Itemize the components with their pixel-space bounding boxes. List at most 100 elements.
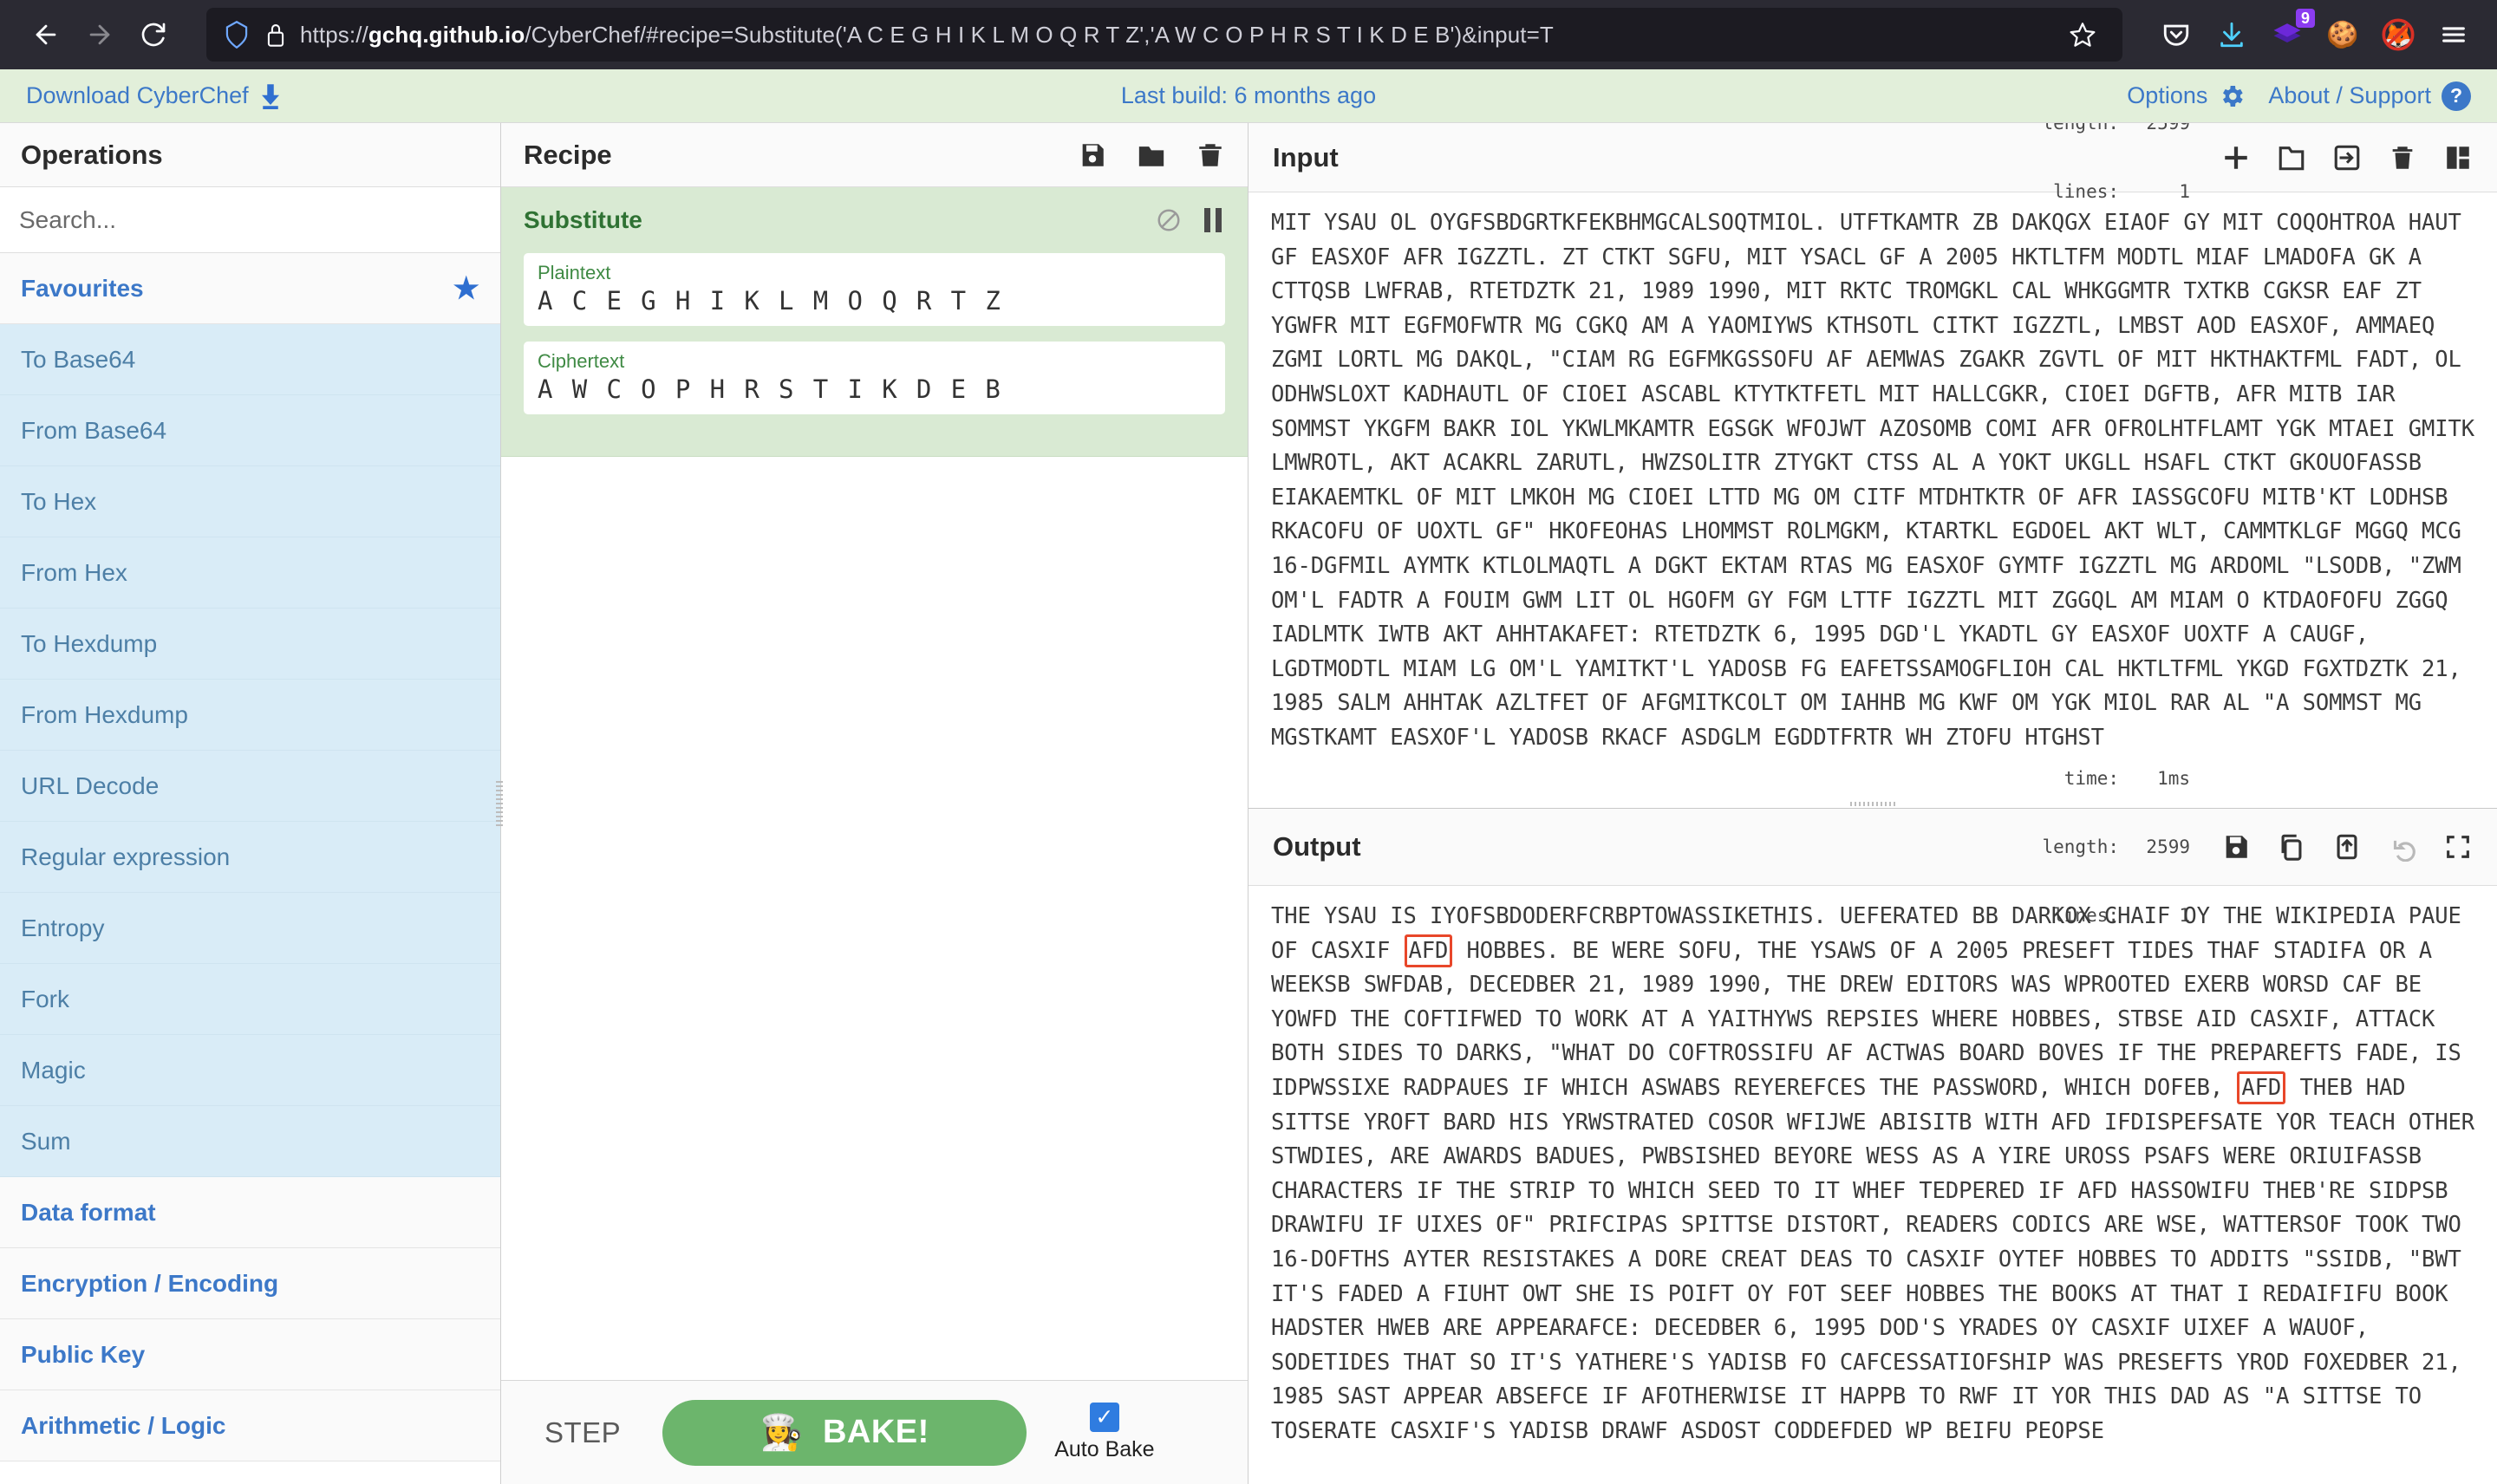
help-icon: ? bbox=[2442, 81, 2471, 111]
bake-button[interactable]: 👩‍🍳 BAKE! bbox=[662, 1399, 1027, 1466]
io-panel: Input length: 2599 lines: 1 MIT YSAU OL OY… bbox=[1248, 113, 2497, 1484]
operations-search-row[interactable] bbox=[0, 187, 500, 253]
forward-arrow-icon[interactable] bbox=[73, 8, 127, 62]
category-public-key[interactable]: Public Key bbox=[0, 1319, 500, 1390]
open-folder-icon[interactable] bbox=[2277, 143, 2306, 172]
about-support-button[interactable]: About / Support ? bbox=[2268, 81, 2471, 111]
hamburger-menu-icon[interactable] bbox=[2429, 10, 2478, 59]
back-arrow-icon[interactable] bbox=[19, 8, 73, 62]
category-favourites-label: Favourites bbox=[21, 274, 144, 302]
download-icon[interactable] bbox=[2207, 10, 2256, 59]
operations-panel: Operations Favourites ★ To Base64 From B… bbox=[0, 123, 503, 1484]
download-cyberchef-link[interactable]: Download CyberChef bbox=[26, 82, 282, 109]
star-outline-icon[interactable] bbox=[2058, 10, 2107, 59]
operations-title: Operations bbox=[0, 123, 500, 187]
output-title: Output bbox=[1273, 831, 1361, 862]
last-build-label: Last build: 6 months ago bbox=[1120, 82, 1377, 108]
shield-icon[interactable] bbox=[222, 20, 251, 49]
output-header: Output time: 1ms length: 2599 lines: 1 bbox=[1248, 768, 2497, 926]
operation-fork[interactable]: Fork bbox=[0, 964, 500, 1035]
pause-icon[interactable] bbox=[1204, 208, 1225, 232]
recipe-operation-substitute[interactable]: Substitute Plaintext A C E G H I K L M O… bbox=[501, 187, 1248, 457]
operation-from-hexdump[interactable]: From Hexdump bbox=[0, 680, 500, 751]
save-output-icon[interactable] bbox=[2221, 832, 2251, 862]
browser-toolbar: https://gchq.github.io/CyberChef/#recipe… bbox=[0, 0, 2497, 69]
auto-bake-checkbox[interactable]: ✓ bbox=[1089, 1403, 1119, 1432]
folder-open-icon[interactable] bbox=[1137, 140, 1166, 170]
input-textarea[interactable]: MIT YSAU OL OYGFSBDGRTKFEKBHMGCALSOQTMIO… bbox=[1248, 192, 2497, 799]
chef-icon: 👩‍🍳 bbox=[760, 1413, 804, 1452]
arg-ciphertext-value[interactable]: A W C O P H R S T I K D E B bbox=[538, 374, 1211, 404]
star-icon: ★ bbox=[453, 271, 479, 305]
operation-url-decode[interactable]: URL Decode bbox=[0, 751, 500, 822]
operation-to-base64[interactable]: To Base64 bbox=[0, 324, 500, 395]
about-support-label: About / Support bbox=[2268, 82, 2431, 108]
replace-input-icon[interactable] bbox=[2332, 832, 2362, 862]
recipe-operations-list[interactable]: Substitute Plaintext A C E G H I K L M O… bbox=[501, 187, 1248, 1380]
recipe-operation-title: Substitute bbox=[524, 206, 642, 233]
arg-ciphertext-label: Ciphertext bbox=[538, 350, 625, 372]
arg-plaintext[interactable]: Plaintext A C E G H I K L M O Q R T Z bbox=[524, 253, 1225, 326]
arg-plaintext-label: Plaintext bbox=[538, 262, 611, 283]
cyberchef-app: Operations Favourites ★ To Base64 From B… bbox=[0, 113, 2497, 1484]
auto-bake-label: Auto Bake bbox=[1054, 1437, 1155, 1461]
copy-output-icon[interactable] bbox=[2277, 832, 2306, 862]
pocket-icon[interactable] bbox=[2152, 10, 2200, 59]
browser-extension-toolbar: 9 🍪 🦊 bbox=[2152, 9, 2478, 59]
operation-to-hexdump[interactable]: To Hexdump bbox=[0, 609, 500, 680]
download-arrow-icon bbox=[261, 83, 279, 109]
operation-from-base64[interactable]: From Base64 bbox=[0, 395, 500, 466]
url-text[interactable]: https://gchq.github.io/CyberChef/#recipe… bbox=[300, 22, 2046, 49]
output-textarea[interactable]: THE YSAU IS IYOFSBDODERFCRBPTOWASSIKETHI… bbox=[1248, 886, 2497, 1484]
disable-icon[interactable] bbox=[1156, 207, 1182, 233]
category-favourites[interactable]: Favourites ★ bbox=[0, 253, 500, 324]
operation-regular-expression[interactable]: Regular expression bbox=[0, 822, 500, 893]
undo-icon[interactable] bbox=[2388, 832, 2417, 862]
cyberchef-banner: Download CyberChef Last build: 6 months … bbox=[0, 69, 2497, 123]
category-encryption-encoding[interactable]: Encryption / Encoding bbox=[0, 1248, 500, 1319]
save-icon[interactable] bbox=[1078, 140, 1107, 170]
extensions-stack-icon[interactable]: 9 bbox=[2263, 9, 2315, 59]
input-title: Input bbox=[1273, 141, 1339, 172]
trash-icon[interactable] bbox=[1196, 140, 1225, 170]
arg-ciphertext[interactable]: Ciphertext A W C O P H R S T I K D E B bbox=[524, 342, 1225, 414]
auto-bake-control[interactable]: ✓ Auto Bake bbox=[1054, 1403, 1155, 1462]
step-button[interactable]: STEP bbox=[531, 1409, 635, 1456]
operation-to-hex[interactable]: To Hex bbox=[0, 466, 500, 537]
clear-io-icon[interactable] bbox=[2388, 143, 2417, 172]
lock-icon[interactable] bbox=[264, 20, 288, 49]
operation-entropy[interactable]: Entropy bbox=[0, 893, 500, 964]
operation-sum[interactable]: Sum bbox=[0, 1106, 500, 1177]
category-arithmetic-logic[interactable]: Arithmetic / Logic bbox=[0, 1390, 500, 1461]
open-file-as-input-icon[interactable] bbox=[2332, 143, 2362, 172]
bake-label: BAKE! bbox=[822, 1414, 929, 1450]
output-length-value: 2599 bbox=[2146, 836, 2190, 857]
search-input[interactable] bbox=[0, 205, 500, 234]
gear-icon bbox=[2223, 85, 2244, 107]
io-splitter[interactable] bbox=[1248, 799, 2497, 808]
operation-from-hex[interactable]: From Hex bbox=[0, 537, 500, 609]
fox-blocked-icon[interactable]: 🦊 bbox=[2374, 10, 2422, 59]
output-length-key: length: bbox=[2042, 836, 2119, 857]
recipe-footer: STEP 👩‍🍳 BAKE! ✓ Auto Bake bbox=[501, 1380, 1248, 1484]
url-bar[interactable]: https://gchq.github.io/CyberChef/#recipe… bbox=[206, 8, 2122, 62]
operations-resize-handle[interactable] bbox=[496, 781, 503, 826]
options-button[interactable]: Options bbox=[2127, 82, 2246, 110]
maximise-icon[interactable] bbox=[2443, 832, 2473, 862]
output-highlight: AFD bbox=[2237, 1071, 2286, 1104]
add-tab-icon[interactable] bbox=[2221, 143, 2251, 172]
cookie-icon[interactable]: 🍪 bbox=[2318, 10, 2367, 59]
recipe-title: Recipe bbox=[524, 139, 612, 170]
download-cyberchef-label: Download CyberChef bbox=[26, 82, 249, 108]
reload-icon[interactable] bbox=[127, 8, 180, 62]
category-data-format[interactable]: Data format bbox=[0, 1177, 500, 1248]
recipe-header: Recipe bbox=[501, 123, 1248, 187]
reset-layout-icon[interactable] bbox=[2443, 143, 2473, 172]
input-header: Input length: 2599 lines: 1 bbox=[1248, 113, 2497, 202]
operation-magic[interactable]: Magic bbox=[0, 1035, 500, 1106]
operations-list[interactable]: Favourites ★ To Base64 From Base64 To He… bbox=[0, 253, 500, 1484]
output-highlight: AFD bbox=[1404, 934, 1453, 967]
arg-plaintext-value[interactable]: A C E G H I K L M O Q R T Z bbox=[538, 286, 1211, 316]
options-label: Options bbox=[2127, 82, 2208, 108]
recipe-panel: Recipe Substitute Plaintext A C E G H I … bbox=[501, 123, 1248, 1484]
